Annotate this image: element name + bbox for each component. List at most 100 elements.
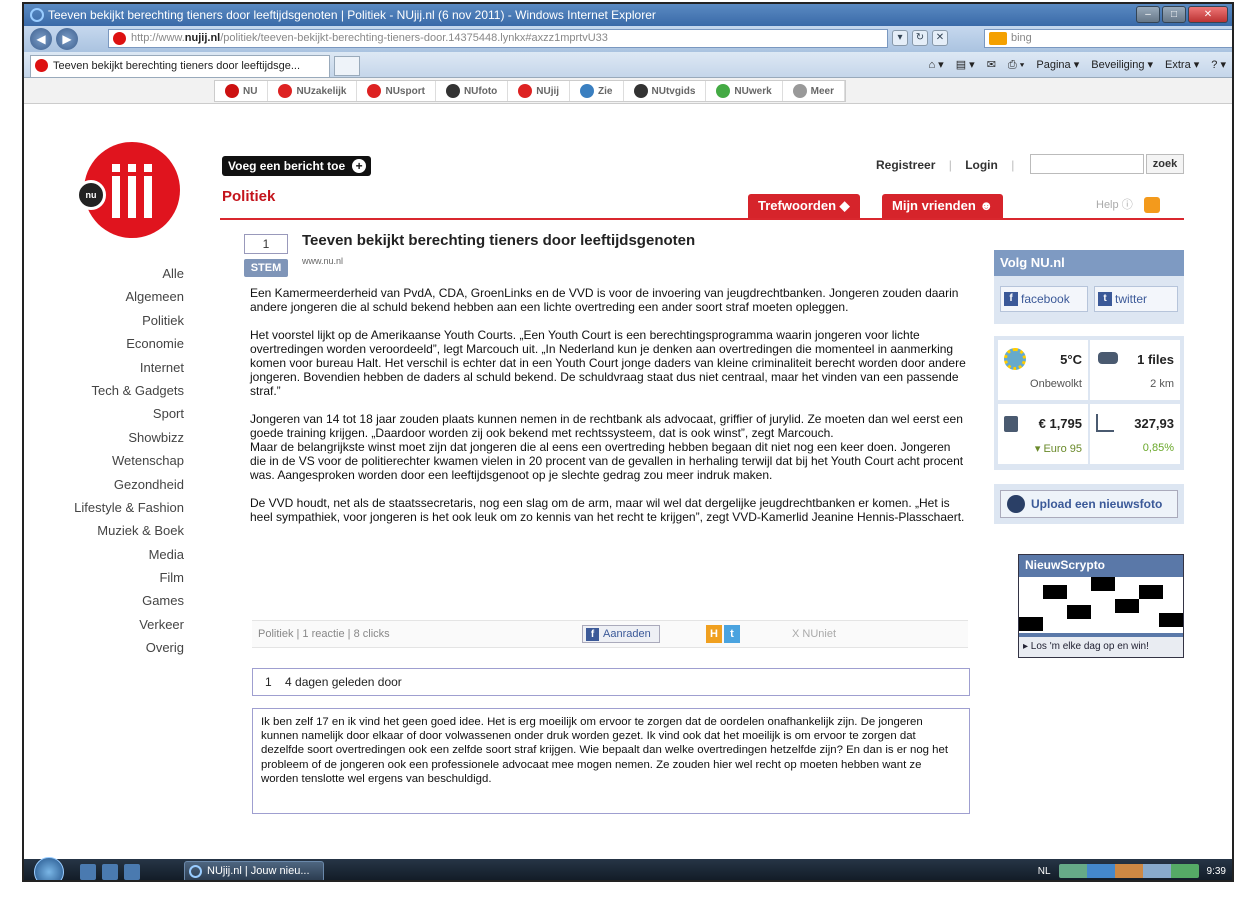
nu-network-link[interactable]: Zie bbox=[570, 81, 624, 101]
nu-network-link[interactable]: NUjij bbox=[508, 81, 571, 101]
article-paragraph: De VVD houdt, net als de staatssecretari… bbox=[250, 496, 965, 524]
nu-network-link[interactable]: NUtvgids bbox=[624, 81, 707, 101]
refresh-icon[interactable]: ↻ bbox=[912, 30, 928, 46]
nujij-favicon-icon bbox=[113, 32, 126, 45]
tab-favicon-icon bbox=[35, 59, 48, 72]
category-link[interactable]: Politiek bbox=[44, 309, 184, 332]
upload-photo-button[interactable]: Upload een nieuwsfoto bbox=[1000, 490, 1178, 518]
category-link[interactable]: Film bbox=[44, 566, 184, 589]
maximize-button[interactable]: □ bbox=[1162, 6, 1186, 23]
network-link-label: NUwerk bbox=[734, 85, 772, 97]
nu-network-links: NU NUzakelijk NUsport NUfoto NUjij Zie NUtvgid… bbox=[214, 80, 847, 102]
clock[interactable]: 9:39 bbox=[1207, 866, 1226, 877]
mail-icon[interactable]: ✉ bbox=[987, 56, 996, 74]
tray-icons[interactable] bbox=[1058, 864, 1199, 878]
aex-change: 0,85% bbox=[1142, 442, 1174, 454]
social-box: f facebook t twitter bbox=[994, 276, 1184, 324]
article-source[interactable]: www.nu.nl bbox=[302, 256, 343, 266]
search-input[interactable]: bing bbox=[984, 29, 1232, 48]
nujij-logo[interactable]: nu bbox=[76, 142, 180, 238]
info-widgets: 5°C Onbewolkt 1 files 2 km € 1,795 ▾ Eur… bbox=[994, 336, 1184, 470]
fuel-pump-icon bbox=[1004, 416, 1018, 432]
facebook-recommend-button[interactable]: Aanraden bbox=[582, 625, 660, 643]
search-button[interactable]: zoek bbox=[1146, 154, 1184, 174]
category-link[interactable]: Tech & Gadgets bbox=[44, 379, 185, 402]
media-icon[interactable] bbox=[124, 864, 140, 880]
category-link[interactable]: Wetenschap bbox=[44, 449, 184, 472]
link-separator: | bbox=[948, 158, 952, 172]
category-link[interactable]: Algemeen bbox=[44, 285, 184, 308]
network-logo-icon bbox=[445, 84, 460, 98]
search-placeholder: bing bbox=[1011, 32, 1032, 44]
register-link[interactable]: Registreer bbox=[876, 158, 935, 172]
category-link[interactable]: Economie bbox=[44, 332, 184, 355]
stop-icon[interactable]: ✕ bbox=[932, 30, 948, 46]
url-input[interactable]: http://www.nujij.nl/politiek/teeven-beki… bbox=[108, 29, 888, 48]
help-link[interactable]: Help bbox=[1096, 199, 1119, 211]
fuel-widget[interactable]: € 1,795 ▾ Euro 95 bbox=[998, 404, 1088, 464]
weather-widget[interactable]: 5°C Onbewolkt bbox=[998, 340, 1088, 400]
beveiliging-menu[interactable]: Beveiliging ▾ bbox=[1091, 56, 1153, 74]
language-indicator[interactable]: NL bbox=[1038, 866, 1051, 877]
category-link[interactable]: Games bbox=[44, 589, 184, 612]
extra-menu[interactable]: Extra ▾ bbox=[1165, 56, 1199, 74]
taskbar-ie-window[interactable]: NUjij.nl | Jouw nieu... bbox=[184, 861, 324, 880]
category-link[interactable]: Internet bbox=[44, 356, 184, 379]
temperature: 5°C bbox=[1060, 352, 1082, 367]
nu-network-link[interactable]: NUsport bbox=[357, 81, 436, 101]
feeds-icon[interactable]: ▤ ▾ bbox=[956, 56, 975, 74]
help-circle-icon[interactable]: ⓘ bbox=[1122, 199, 1133, 211]
tab-mijn-vrienden[interactable]: Mijn vrienden ☻ bbox=[882, 194, 1004, 218]
category-link[interactable]: Sport bbox=[44, 402, 184, 425]
back-button[interactable]: ◀ bbox=[30, 28, 52, 50]
start-button[interactable] bbox=[34, 857, 64, 880]
facebook-button[interactable]: f facebook bbox=[1000, 286, 1088, 312]
command-bar: ⌂ ▾ ▤ ▾ ✉ ⎙ ▾ Pagina ▾ Beveiliging ▾ Ext… bbox=[916, 56, 1226, 74]
category-link[interactable]: Verkeer bbox=[44, 613, 184, 636]
nu-network-link[interactable]: NU bbox=[215, 81, 269, 101]
desktop-icon[interactable] bbox=[80, 864, 96, 880]
nieuwscrypto-widget[interactable]: NieuwScrypto ▸ Los 'm elke dag op en win… bbox=[1018, 554, 1184, 658]
category-link[interactable]: Media bbox=[44, 543, 184, 566]
home-icon[interactable]: ⌂ ▾ bbox=[928, 56, 943, 74]
forward-button[interactable]: ▶ bbox=[56, 28, 78, 50]
twitter-icon[interactable]: t bbox=[724, 625, 740, 643]
nuniet-button[interactable]: X NUniet bbox=[792, 621, 836, 647]
traffic-widget[interactable]: 1 files 2 km bbox=[1090, 340, 1180, 400]
article-headline[interactable]: Teeven bekijkt berechting tieners door l… bbox=[302, 232, 695, 249]
site-search-input[interactable] bbox=[1030, 154, 1144, 174]
vote-button[interactable]: STEM bbox=[244, 259, 288, 277]
article-paragraph: Jongeren van 14 tot 18 jaar zouden plaat… bbox=[250, 412, 963, 440]
category-link[interactable]: Lifestyle & Fashion bbox=[44, 496, 184, 519]
nu-network-link[interactable]: NUfoto bbox=[436, 81, 509, 101]
close-button[interactable]: ✕ bbox=[1188, 6, 1228, 23]
login-link[interactable]: Login bbox=[965, 158, 998, 172]
print-icon[interactable]: ⎙ ▾ bbox=[1008, 56, 1024, 74]
nu-network-link[interactable]: Meer bbox=[783, 81, 846, 101]
windows-taskbar: NUjij.nl | Jouw nieu... NL 9:39 bbox=[24, 857, 1232, 880]
new-tab-button[interactable] bbox=[334, 56, 360, 76]
nu-network-link[interactable]: NUzakelijk bbox=[268, 81, 358, 101]
hyves-icon[interactable]: H bbox=[706, 625, 722, 643]
tab-title: Teeven bekijkt berechting tieners door l… bbox=[53, 60, 301, 72]
crypto-title: NieuwScrypto bbox=[1025, 558, 1106, 572]
category-link[interactable]: Showbizz bbox=[44, 426, 184, 449]
rss-icon[interactable] bbox=[1143, 197, 1160, 214]
compat-view-icon[interactable]: ▾ bbox=[892, 30, 908, 46]
ie-icon[interactable] bbox=[102, 864, 118, 880]
category-link[interactable]: Gezondheid bbox=[44, 473, 184, 496]
article-meta-bar: Politiek | 1 reactie | 8 clicks Aanraden… bbox=[252, 620, 968, 648]
category-link[interactable]: Muziek & Boek bbox=[44, 519, 184, 542]
tab-trefwoorden[interactable]: Trefwoorden ◆ bbox=[748, 194, 860, 218]
add-post-button[interactable]: Voeg een bericht toe + bbox=[222, 156, 372, 176]
nu-network-link[interactable]: NUwerk bbox=[706, 81, 783, 101]
twitter-button[interactable]: t twitter bbox=[1094, 286, 1178, 312]
browser-tab[interactable]: Teeven bekijkt berechting tieners door l… bbox=[30, 55, 330, 77]
window-controls: – □ ✕ bbox=[1134, 6, 1228, 23]
category-link[interactable]: Overig bbox=[44, 636, 184, 659]
pagina-menu[interactable]: Pagina ▾ bbox=[1036, 56, 1079, 74]
aex-widget[interactable]: 327,93 0,85% bbox=[1090, 404, 1180, 464]
minimize-button[interactable]: – bbox=[1136, 6, 1160, 23]
help-icon[interactable]: ? ▾ bbox=[1211, 56, 1226, 74]
category-link[interactable]: Alle bbox=[44, 262, 184, 285]
